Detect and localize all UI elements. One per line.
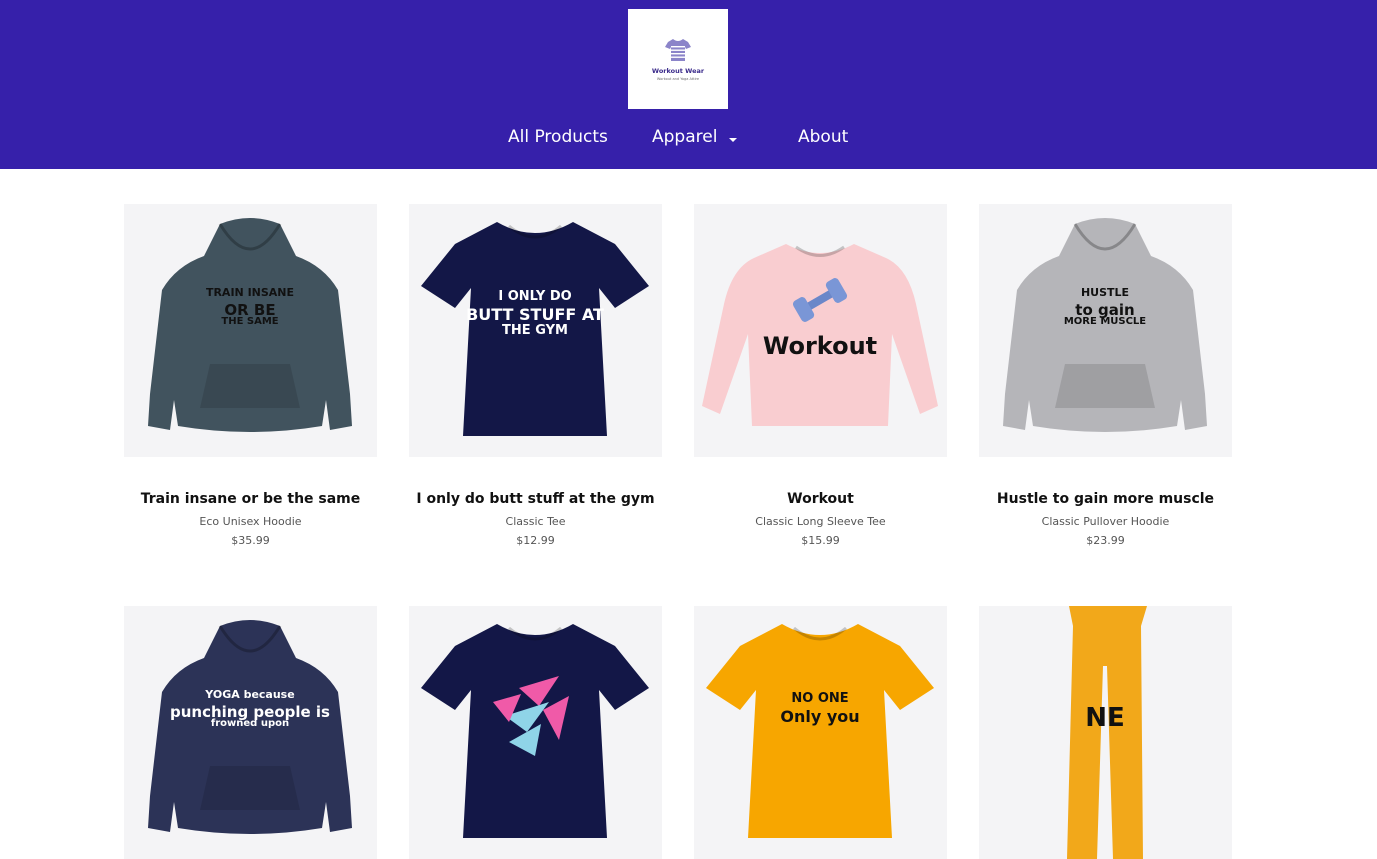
print-text: NO ONE xyxy=(791,691,848,706)
print-text: YOGA because xyxy=(204,688,294,701)
hoodie-illustration: HUSTLEto gainMORE MUSCLE xyxy=(1003,218,1207,432)
nav-apparel[interactable]: Apparel xyxy=(652,127,717,147)
product-type: Classic Tee xyxy=(505,515,566,528)
striped-tshirt-icon xyxy=(665,39,691,61)
longsleeve-illustration: Workout xyxy=(702,244,938,426)
product-title[interactable]: Train insane or be the same xyxy=(124,491,377,507)
print-text: THE SAME xyxy=(221,316,278,327)
print-text: NE xyxy=(1085,703,1125,733)
product-price: $15.99 xyxy=(801,534,840,547)
product-image[interactable]: HUSTLE to gain MORE MUSCLE xyxy=(979,204,1232,457)
nav-all-products[interactable]: All Products xyxy=(508,127,608,147)
print-text: MORE MUSCLE xyxy=(1064,316,1146,327)
print-text: Only you xyxy=(780,707,859,726)
product-price: $35.99 xyxy=(231,534,270,547)
print-text: frowned upon xyxy=(211,718,289,729)
chevron-down-icon[interactable] xyxy=(729,138,737,142)
tee-illustration: I ONLY DOBUTT STUFF ATTHE GYM xyxy=(421,222,649,436)
main-nav: All Products Apparel About xyxy=(0,127,1377,153)
logo-title: Workout Wear xyxy=(651,67,705,75)
hoodie-illustration: TRAIN INSANEOR BETHE SAME xyxy=(148,218,352,432)
product-type: Classic Pullover Hoodie xyxy=(1041,515,1170,528)
product-image[interactable]: Workout xyxy=(694,204,947,457)
print-text: TRAIN INSANE xyxy=(206,286,294,299)
print-text: HUSTLE xyxy=(1081,286,1129,299)
product-title[interactable]: Workout xyxy=(694,491,947,507)
product-title[interactable]: Hustle to gain more muscle xyxy=(979,491,1232,507)
product-image[interactable]: TRAIN INSANE OR BE THE SAME xyxy=(124,204,377,457)
product-type: Eco Unisex Hoodie xyxy=(199,515,302,528)
product-price: $23.99 xyxy=(1086,534,1125,547)
logo-tagline: Workout and Yoga Attire xyxy=(656,77,700,81)
product-price: $12.99 xyxy=(516,534,555,547)
print-text: BUTT STUFF AT xyxy=(466,305,604,324)
nav-about[interactable]: About xyxy=(798,127,848,147)
product-image[interactable]: I ONLY DO BUTT STUFF AT THE GYM xyxy=(409,204,662,457)
brand-logo[interactable]: Workout Wear Workout and Yoga Attire xyxy=(628,9,728,109)
site-header: Workout Wear Workout and Yoga Attire All… xyxy=(0,0,1377,169)
print-text: THE GYM xyxy=(502,323,568,338)
product-title[interactable]: I only do butt stuff at the gym xyxy=(409,491,662,507)
print-text: I ONLY DO xyxy=(498,289,571,304)
print-text: Workout xyxy=(763,332,877,360)
product-type: Classic Long Sleeve Tee xyxy=(755,515,886,528)
